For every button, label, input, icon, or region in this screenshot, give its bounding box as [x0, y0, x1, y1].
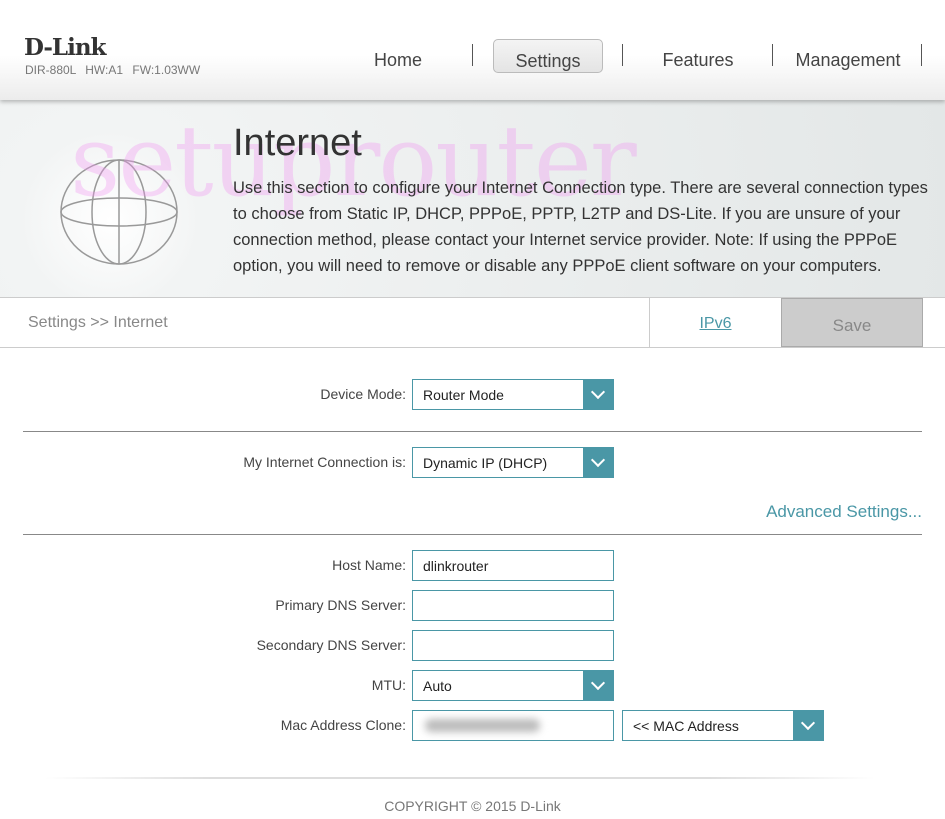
copyright: COPYRIGHT © 2015 D-Link	[384, 798, 561, 814]
primary-dns-label: Primary DNS Server:	[275, 597, 406, 613]
secondary-dns-label: Secondary DNS Server:	[256, 637, 406, 653]
mac-address-select-value: << MAC Address	[633, 718, 739, 734]
chevron-down-icon	[583, 448, 613, 477]
nav-features[interactable]: Features	[648, 50, 748, 71]
host-name-input[interactable]: dlinkrouter	[412, 550, 614, 581]
mac-clone-label: Mac Address Clone:	[280, 717, 406, 733]
page-description: Use this section to configure your Inter…	[233, 179, 928, 275]
mtu-select[interactable]: Auto	[412, 670, 614, 701]
connection-label: My Internet Connection is:	[243, 454, 406, 470]
nav-home[interactable]: Home	[360, 50, 436, 71]
fw-version: FW:1.03WW	[132, 63, 201, 77]
divider	[23, 431, 922, 432]
divider	[23, 534, 922, 535]
header: D-Link DIR-880L HW:A1 FW:1.03WW Home Set…	[0, 0, 945, 100]
nav-separator	[622, 44, 623, 66]
nav-settings[interactable]: Settings	[493, 39, 603, 73]
hw-version: HW:A1	[85, 63, 124, 77]
model: DIR-880L	[25, 63, 76, 77]
mtu-value: Auto	[423, 678, 452, 694]
advanced-settings-link[interactable]: Advanced Settings...	[766, 502, 922, 522]
device-mode-label: Device Mode:	[320, 386, 406, 402]
save-button[interactable]: Save	[781, 298, 923, 347]
nav-separator	[772, 44, 773, 66]
nav-separator	[472, 44, 473, 66]
device-mode-select[interactable]: Router Mode	[412, 379, 614, 410]
page-title: Internet	[233, 122, 362, 164]
connection-value: Dynamic IP (DHCP)	[423, 455, 548, 471]
ipv6-link[interactable]: IPv6	[649, 298, 781, 347]
primary-dns-input[interactable]	[412, 590, 614, 621]
breadcrumb: Settings >> Internet	[28, 314, 168, 331]
device-info: DIR-880L HW:A1 FW:1.03WW	[25, 63, 200, 77]
mtu-label: MTU:	[371, 677, 406, 693]
blurred-mac-value	[425, 719, 540, 732]
device-mode-value: Router Mode	[423, 387, 504, 403]
chevron-down-icon	[583, 380, 613, 409]
mac-clone-input[interactable]	[412, 710, 614, 741]
dlink-logo: D-Link	[24, 34, 106, 61]
chevron-down-icon	[793, 711, 823, 740]
footer-divider	[45, 777, 875, 779]
secondary-dns-input[interactable]	[412, 630, 614, 661]
nav-management[interactable]: Management	[788, 50, 908, 71]
connection-select[interactable]: Dynamic IP (DHCP)	[412, 447, 614, 478]
nav-separator	[921, 44, 922, 66]
mac-address-select[interactable]: << MAC Address	[622, 710, 824, 741]
host-name-label: Host Name:	[332, 557, 406, 573]
chevron-down-icon	[583, 671, 613, 700]
